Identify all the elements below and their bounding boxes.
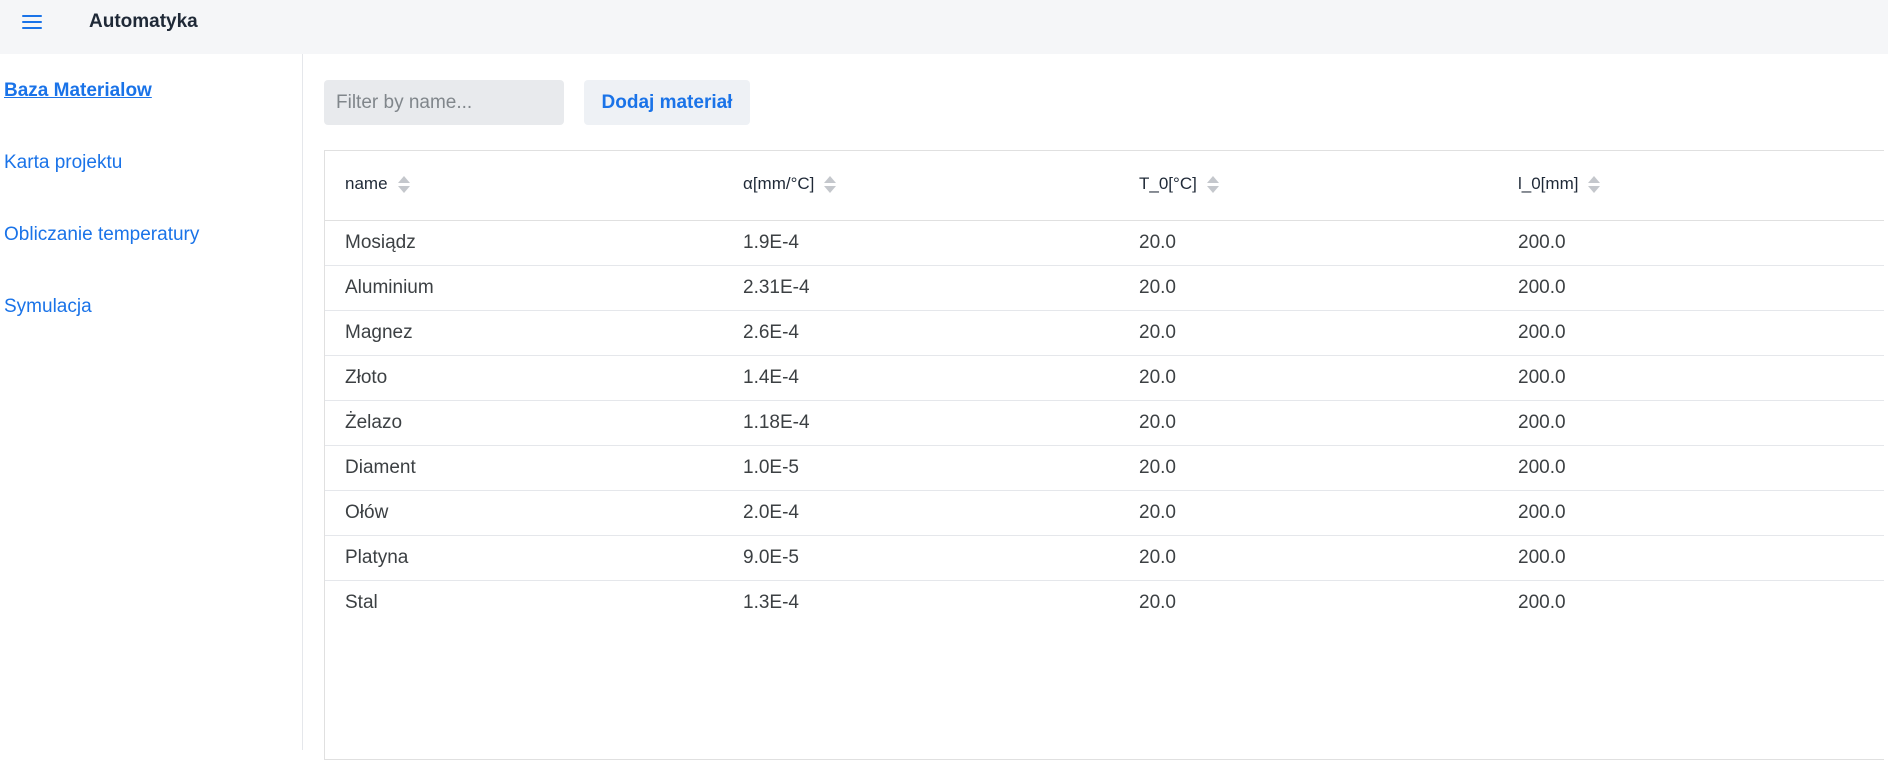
cell-name: Ołów <box>345 502 389 523</box>
cell-t0: 20.0 <box>1139 592 1176 613</box>
column-header-label: α[mm/°C] <box>743 174 815 193</box>
sort-icon[interactable] <box>1206 175 1219 193</box>
column-header-label: name <box>345 174 388 193</box>
cell-t0: 20.0 <box>1139 232 1176 253</box>
cell-l0: 200.0 <box>1518 592 1566 613</box>
materials-table: name α[mm/°C] T_0[°C] l_0[mm] Mosiądz 1.… <box>324 150 1884 760</box>
table-row[interactable]: Złoto 1.4E-4 20.0 200.0 <box>325 356 1884 401</box>
cell-l0: 200.0 <box>1518 457 1566 478</box>
cell-alpha: 2.6E-4 <box>743 322 799 343</box>
cell-alpha: 2.0E-4 <box>743 502 799 523</box>
table-row[interactable]: Magnez 2.6E-4 20.0 200.0 <box>325 311 1884 356</box>
cell-t0: 20.0 <box>1139 367 1176 388</box>
cell-name: Żelazo <box>345 412 403 433</box>
cell-name: Platyna <box>345 547 409 568</box>
cell-alpha: 1.9E-4 <box>743 232 799 253</box>
cell-l0: 200.0 <box>1518 547 1566 568</box>
cell-t0: 20.0 <box>1139 502 1176 523</box>
column-header-name[interactable]: name <box>345 174 410 194</box>
column-header-alpha[interactable]: α[mm/°C] <box>743 174 837 194</box>
table-row[interactable]: Stal 1.3E-4 20.0 200.0 <box>325 581 1884 626</box>
cell-alpha: 1.18E-4 <box>743 412 810 433</box>
table-row[interactable]: Żelazo 1.18E-4 20.0 200.0 <box>325 401 1884 446</box>
column-header-l0[interactable]: l_0[mm] <box>1518 174 1601 194</box>
cell-l0: 200.0 <box>1518 277 1566 298</box>
table-row[interactable]: Aluminium 2.31E-4 20.0 200.0 <box>325 266 1884 311</box>
cell-t0: 20.0 <box>1139 322 1176 343</box>
sidebar-item-obliczanie-temperatury[interactable]: Obliczanie temperatury <box>4 224 199 246</box>
column-header-label: l_0[mm] <box>1518 174 1579 193</box>
column-header-label: T_0[°C] <box>1139 174 1197 193</box>
cell-l0: 200.0 <box>1518 502 1566 523</box>
cell-name: Stal <box>345 592 378 613</box>
sort-icon[interactable] <box>397 175 410 193</box>
hamburger-menu-icon[interactable] <box>16 9 48 35</box>
sort-icon[interactable] <box>1588 175 1601 193</box>
cell-name: Diament <box>345 457 416 478</box>
column-header-t0[interactable]: T_0[°C] <box>1139 174 1219 194</box>
cell-l0: 200.0 <box>1518 412 1566 433</box>
top-navbar: Automatyka <box>0 0 1888 54</box>
cell-l0: 200.0 <box>1518 232 1566 253</box>
sidebar: Baza Materialow Karta projektu Obliczani… <box>0 54 303 750</box>
sidebar-item-karta-projektu[interactable]: Karta projektu <box>4 152 122 174</box>
table-row[interactable]: Diament 1.0E-5 20.0 200.0 <box>325 446 1884 491</box>
cell-alpha: 1.4E-4 <box>743 367 799 388</box>
sidebar-item-baza-materialow[interactable]: Baza Materialow <box>4 80 152 102</box>
cell-t0: 20.0 <box>1139 277 1176 298</box>
sidebar-item-symulacja[interactable]: Symulacja <box>4 296 92 318</box>
cell-alpha: 2.31E-4 <box>743 277 810 298</box>
table-row[interactable]: Mosiądz 1.9E-4 20.0 200.0 <box>325 221 1884 266</box>
add-material-button[interactable]: Dodaj materiał <box>584 80 750 125</box>
cell-t0: 20.0 <box>1139 457 1176 478</box>
cell-l0: 200.0 <box>1518 322 1566 343</box>
cell-name: Magnez <box>345 322 413 343</box>
cell-name: Złoto <box>345 367 388 388</box>
cell-t0: 20.0 <box>1139 412 1176 433</box>
table-header: name α[mm/°C] T_0[°C] l_0[mm] <box>325 151 1884 221</box>
filter-input[interactable] <box>324 80 564 125</box>
cell-name: Aluminium <box>345 277 434 298</box>
cell-name: Mosiądz <box>345 232 416 253</box>
sort-icon[interactable] <box>824 175 837 193</box>
cell-t0: 20.0 <box>1139 547 1176 568</box>
app-title: Automatyka <box>89 11 198 32</box>
cell-alpha: 9.0E-5 <box>743 547 799 568</box>
cell-alpha: 1.3E-4 <box>743 592 799 613</box>
cell-alpha: 1.0E-5 <box>743 457 799 478</box>
table-row[interactable]: Ołów 2.0E-4 20.0 200.0 <box>325 491 1884 536</box>
cell-l0: 200.0 <box>1518 367 1566 388</box>
table-row[interactable]: Platyna 9.0E-5 20.0 200.0 <box>325 536 1884 581</box>
